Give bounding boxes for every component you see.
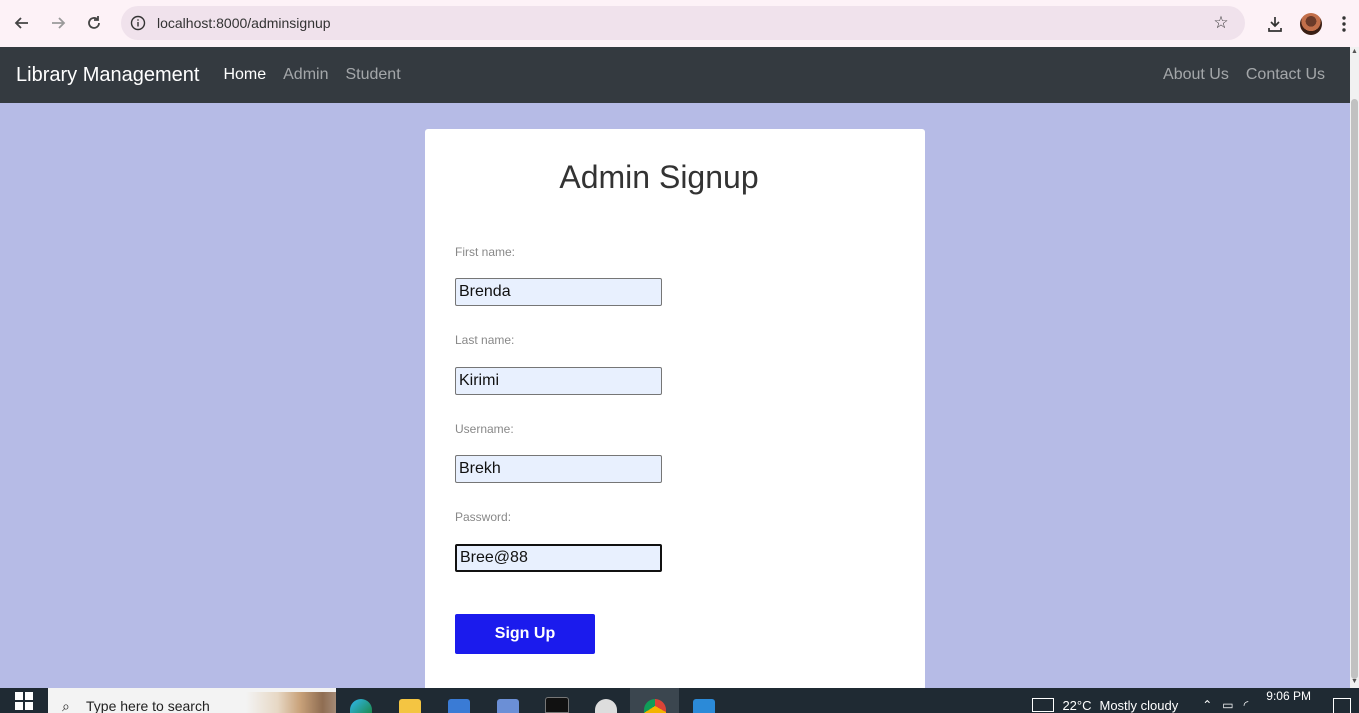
weather-widget[interactable]: 22°C Mostly cloudy (1032, 688, 1178, 713)
search-icon: ⌕ (62, 698, 70, 713)
last-name-input[interactable] (455, 367, 662, 395)
nav-about-link[interactable]: About Us (1163, 66, 1229, 84)
first-name-label: First name: (455, 245, 516, 259)
page-scrollbar[interactable]: ▲ ▼ (1350, 47, 1359, 688)
github-icon[interactable] (581, 688, 630, 713)
chrome-icon[interactable] (630, 688, 679, 713)
back-arrow-icon (14, 17, 28, 29)
browser-toolbar: localhost:8000/adminsignup ☆ (0, 0, 1359, 47)
notification-icon[interactable] (1333, 698, 1351, 713)
address-bar[interactable]: localhost:8000/adminsignup ☆ (121, 6, 1245, 40)
terminal-icon[interactable] (532, 688, 581, 713)
scroll-up-icon[interactable]: ▲ (1350, 47, 1359, 56)
username-label: Username: (455, 422, 514, 436)
vscode-icon[interactable] (679, 688, 728, 713)
browser-actions (1257, 0, 1359, 47)
wifi-icon[interactable]: ◜ (1244, 698, 1249, 712)
signup-card: Admin Signup First name: Last name: User… (425, 129, 925, 699)
search-placeholder: Type here to search (86, 697, 210, 713)
battery-icon[interactable]: ▭ (1222, 698, 1233, 712)
password-label: Password: (455, 510, 512, 524)
scroll-thumb[interactable] (1351, 99, 1358, 679)
back-button[interactable] (4, 5, 40, 41)
nav-contact-link[interactable]: Contact Us (1246, 66, 1325, 84)
weather-condition: Mostly cloudy (1099, 698, 1179, 713)
site-info-icon[interactable] (128, 13, 148, 33)
scroll-down-icon[interactable]: ▼ (1350, 677, 1359, 686)
last-name-label: Last name: (455, 333, 515, 347)
start-button[interactable] (0, 688, 48, 713)
file-explorer-icon[interactable] (385, 688, 434, 713)
menu-kebab-icon[interactable] (1329, 6, 1359, 42)
profile-avatar[interactable] (1293, 6, 1329, 42)
bookmark-star-icon[interactable]: ☆ (1211, 13, 1231, 33)
tray-icons: ⌃ ▭ ◜ (1202, 698, 1248, 712)
url-text: localhost:8000/adminsignup (157, 15, 331, 31)
taskbar-search[interactable]: ⌕ Type here to search (48, 688, 336, 713)
nav-home-link[interactable]: Home (223, 66, 266, 84)
temperature: 22°C (1062, 698, 1092, 713)
site-navbar: Library Management Home Admin Student Ab… (0, 47, 1350, 103)
chevron-up-icon[interactable]: ⌃ (1202, 698, 1212, 712)
store-icon[interactable] (434, 688, 483, 713)
sign-up-button[interactable]: Sign Up (455, 614, 595, 654)
password-input[interactable] (455, 544, 662, 572)
reload-icon (88, 16, 100, 29)
system-tray: 22°C Mostly cloudy ⌃ ▭ ◜ 9:06 PM (1032, 688, 1359, 713)
notepad-icon[interactable] (483, 688, 532, 713)
windows-logo-icon (15, 691, 33, 710)
news-weather-icon (1032, 697, 1055, 712)
windows-taskbar: ⌕ Type here to search 22°C Mostly cloudy… (0, 688, 1359, 713)
clock[interactable]: 9:06 PM (1266, 689, 1311, 703)
brand-link[interactable]: Library Management (16, 64, 199, 87)
downloads-icon[interactable] (1257, 6, 1293, 42)
forward-arrow-icon (52, 17, 66, 29)
forward-button[interactable] (40, 5, 76, 41)
first-name-input[interactable] (455, 278, 662, 306)
page-title: Admin Signup (559, 159, 759, 195)
nav-admin-link[interactable]: Admin (283, 66, 328, 84)
edge-icon[interactable] (336, 688, 385, 713)
avatar (1300, 12, 1322, 35)
reload-button[interactable] (76, 5, 112, 41)
navbar-right: About Us Contact Us (1146, 47, 1325, 103)
nav-student-link[interactable]: Student (345, 66, 400, 84)
username-input[interactable] (455, 455, 662, 483)
search-highlight-image (246, 692, 336, 713)
